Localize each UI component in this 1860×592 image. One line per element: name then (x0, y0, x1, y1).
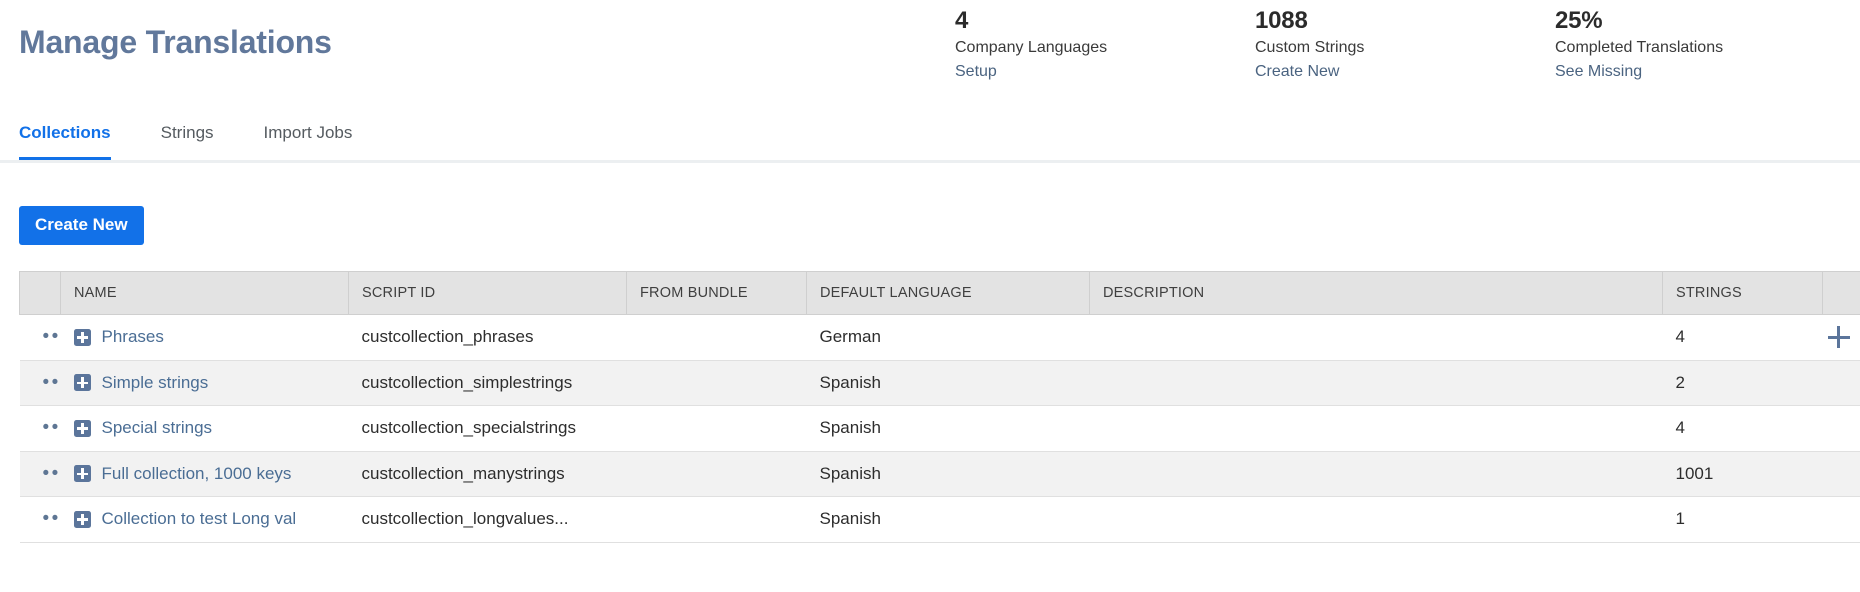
stat-custom-strings: 1088 Custom Strings Create New (1255, 0, 1555, 84)
cell-strings: 2 (1662, 360, 1823, 406)
collections-table: NAME SCRIPT ID FROM BUNDLE DEFAULT LANGU… (19, 271, 1860, 543)
cell-add (1822, 496, 1860, 543)
column-header-from-bundle[interactable]: FROM BUNDLE (626, 271, 807, 315)
stat-link-setup[interactable]: Setup (955, 60, 1255, 84)
cell-default-language: Spanish (806, 360, 1090, 406)
row-menu-icon[interactable]: ••• (43, 464, 61, 483)
cell-default-language: Spanish (806, 405, 1090, 452)
cell-strings: 1 (1662, 496, 1823, 543)
column-header-add (1822, 271, 1860, 315)
page-title: Manage Translations (19, 24, 332, 60)
row-menu-icon[interactable]: ••• (43, 373, 61, 392)
cell-script-id: custcollection_manystrings (348, 451, 627, 497)
create-new-button[interactable]: Create New (19, 206, 144, 245)
cell-from-bundle (626, 360, 807, 406)
table-row[interactable]: ••• Full collection, 1000 keys custcolle… (19, 451, 1860, 497)
cell-name: Special strings (60, 405, 349, 452)
tab-import-jobs[interactable]: Import Jobs (264, 117, 375, 157)
cell-description (1089, 496, 1663, 543)
manage-translations-page: Manage Translations 4 Company Languages … (0, 0, 1860, 592)
cell-add (1822, 451, 1860, 497)
cell-default-language: German (806, 314, 1090, 361)
tab-bar: Collections Strings Import Jobs (0, 117, 1860, 163)
stat-label-completed-translations: Completed Translations (1555, 39, 1724, 56)
summary-stats: 4 Company Languages Setup 1088 Custom St… (955, 0, 1855, 84)
table-row[interactable]: ••• Special strings custcollection_speci… (19, 405, 1860, 452)
stat-label-custom-strings: Custom Strings (1255, 39, 1365, 56)
cell-name: Phrases (60, 314, 349, 361)
stat-value-company-languages: 4 (955, 7, 969, 34)
cell-script-id: custcollection_simplestrings (348, 360, 627, 406)
table-header: NAME SCRIPT ID FROM BUNDLE DEFAULT LANGU… (19, 271, 1860, 315)
cell-name: Collection to test Long val (60, 496, 349, 543)
stat-link-create-new[interactable]: Create New (1255, 60, 1555, 84)
plus-square-icon[interactable] (73, 374, 91, 392)
cell-description (1089, 451, 1663, 497)
row-menu-icon[interactable]: ••• (43, 327, 61, 346)
cell-script-id: custcollection_specialstrings (348, 405, 627, 452)
tab-collections[interactable]: Collections (19, 117, 133, 160)
stat-value-custom-strings: 1088 (1255, 7, 1308, 34)
cell-from-bundle (626, 314, 807, 361)
cell-strings: 4 (1662, 314, 1823, 361)
plus-square-icon[interactable] (73, 465, 91, 483)
cell-from-bundle (626, 405, 807, 452)
cell-add (1822, 314, 1860, 361)
table-row[interactable]: ••• Phrases custcollection_phrases Germa… (19, 314, 1860, 361)
collection-name-link[interactable]: Special strings (102, 418, 213, 438)
cell-strings: 4 (1662, 405, 1823, 452)
tab-strings[interactable]: Strings (161, 117, 236, 157)
cell-name: Simple strings (60, 360, 349, 406)
table-row[interactable]: ••• Simple strings custcollection_simple… (19, 360, 1860, 406)
collection-name-link[interactable]: Phrases (102, 327, 164, 347)
row-actions-cell: ••• (19, 405, 61, 452)
collection-name-link[interactable]: Simple strings (102, 373, 209, 393)
column-header-name[interactable]: NAME (60, 271, 349, 315)
table-body: ••• Phrases custcollection_phrases Germa… (19, 314, 1860, 543)
table-row[interactable]: ••• Collection to test Long val custcoll… (19, 496, 1860, 543)
row-menu-icon[interactable]: ••• (43, 418, 61, 437)
cell-description (1089, 405, 1663, 452)
cell-add (1822, 405, 1860, 452)
table-header-row: NAME SCRIPT ID FROM BUNDLE DEFAULT LANGU… (19, 271, 1860, 315)
row-actions-cell: ••• (19, 451, 61, 497)
row-menu-icon[interactable]: ••• (43, 509, 61, 528)
plus-square-icon[interactable] (73, 510, 91, 528)
collections-table-wrapper: NAME SCRIPT ID FROM BUNDLE DEFAULT LANGU… (19, 271, 1860, 543)
stat-value-completed-translations: 25% (1555, 7, 1603, 34)
cell-from-bundle (626, 451, 807, 497)
add-row-icon[interactable] (1827, 326, 1850, 349)
cell-strings: 1001 (1662, 451, 1823, 497)
cell-script-id: custcollection_phrases (348, 314, 627, 361)
row-actions-cell: ••• (19, 314, 61, 361)
stat-label-company-languages: Company Languages (955, 39, 1108, 56)
column-header-script-id[interactable]: SCRIPT ID (348, 271, 627, 315)
column-header-select[interactable] (19, 271, 61, 315)
cell-default-language: Spanish (806, 496, 1090, 543)
page-header: Manage Translations 4 Company Languages … (0, 0, 1860, 117)
toolbar: Create New (0, 166, 1860, 251)
cell-default-language: Spanish (806, 451, 1090, 497)
stat-link-see-missing[interactable]: See Missing (1555, 60, 1855, 84)
cell-from-bundle (626, 496, 807, 543)
stat-company-languages: 4 Company Languages Setup (955, 0, 1255, 84)
column-header-description[interactable]: DESCRIPTION (1089, 271, 1663, 315)
column-header-default-language[interactable]: DEFAULT LANGUAGE (806, 271, 1090, 315)
cell-script-id: custcollection_longvalues... (348, 496, 627, 543)
column-header-strings[interactable]: STRINGS (1662, 271, 1823, 315)
collection-name-link[interactable]: Full collection, 1000 keys (102, 464, 292, 484)
row-actions-cell: ••• (19, 360, 61, 406)
plus-square-icon[interactable] (73, 419, 91, 437)
row-actions-cell: ••• (19, 496, 61, 543)
cell-name: Full collection, 1000 keys (60, 451, 349, 497)
plus-square-icon[interactable] (73, 328, 91, 346)
cell-add (1822, 360, 1860, 406)
stat-completed-translations: 25% Completed Translations See Missing (1555, 0, 1855, 84)
cell-description (1089, 314, 1663, 361)
collection-name-link[interactable]: Collection to test Long val (102, 509, 297, 529)
cell-description (1089, 360, 1663, 406)
